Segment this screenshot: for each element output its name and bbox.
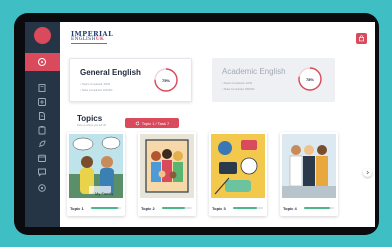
continue-topic-button[interactable]: Topic 1 / Task 7	[125, 118, 179, 128]
brand-underline	[71, 43, 107, 44]
progress-percent: 75%	[161, 77, 170, 83]
course-title: General English	[80, 68, 141, 77]
topics-heading: Topics	[77, 114, 103, 123]
document-icon[interactable]	[37, 111, 47, 121]
sidebar	[25, 22, 60, 227]
topic-progress-fill	[162, 207, 185, 209]
message-icon[interactable]	[37, 167, 47, 177]
topic-progress-fill	[91, 207, 118, 209]
topic-progress-bar	[91, 207, 121, 209]
topic-progress-bar	[304, 207, 334, 209]
tasks-completed: • Tasks Completed: 180/300	[222, 88, 255, 91]
brand-line-2: ENGLISHUK	[71, 36, 105, 42]
topics-completed: • Topics Completed: 25/33	[80, 83, 111, 86]
topic-illustration	[282, 134, 336, 198]
clipboard-icon[interactable]	[37, 125, 47, 135]
course-card-general[interactable]: General English • Topics Completed: 25/3…	[69, 58, 192, 102]
calendar-icon[interactable]	[37, 153, 47, 163]
topic-progress-fill	[304, 207, 330, 209]
topic-card[interactable]: Topic 2	[138, 132, 196, 216]
settings-icon[interactable]	[37, 183, 47, 193]
topic-label: Topic 2	[141, 206, 155, 211]
topic-label: Topic 3	[212, 206, 226, 211]
rocket-icon[interactable]	[37, 139, 47, 149]
topic-illustration	[69, 134, 123, 198]
continue-topic-label: Topic 1 / Task 7	[141, 120, 170, 126]
topic-card[interactable]: My Family Topic 1	[67, 132, 125, 216]
topics-completed: • Topics Completed: 22/33	[222, 82, 253, 85]
carousel-next-button[interactable]	[363, 168, 372, 177]
topic-card[interactable]: Topic 3	[209, 132, 267, 216]
user-avatar[interactable]	[34, 27, 51, 44]
topic-label: Topic 4	[283, 206, 297, 211]
bag-icon	[359, 35, 364, 42]
topic-illustration	[140, 134, 194, 198]
svg-text:My Family: My Family	[95, 191, 113, 196]
topic-card[interactable]: Topic 4	[280, 132, 338, 216]
course-title: Academic English	[222, 67, 286, 76]
progress-percent: 78%	[305, 76, 314, 82]
course-card-academic[interactable]: Academic English • Topics Completed: 22/…	[212, 58, 335, 102]
plus-square-icon[interactable]	[37, 97, 47, 107]
cart-button[interactable]	[356, 33, 367, 44]
topic-caption: My Family	[95, 191, 113, 196]
topic-label: Topic 1	[70, 206, 84, 211]
brand-logo[interactable]: IMPERIAL ENGLISHUK	[71, 31, 113, 44]
topic-illustration	[211, 134, 265, 198]
topic-progress-bar	[233, 207, 263, 209]
topics-subtitle: Pick up where you left off	[77, 124, 106, 127]
tasks-completed: • Tasks Completed: 204/300	[80, 89, 113, 92]
sidebar-item-dashboard[interactable]	[25, 53, 60, 71]
book-icon[interactable]	[37, 83, 47, 93]
chevron-right-icon	[366, 170, 369, 175]
dashboard-icon	[37, 57, 47, 67]
refresh-icon	[135, 120, 140, 125]
topic-progress-bar	[162, 207, 192, 209]
topic-progress-fill	[233, 207, 257, 209]
app-screen: IMPERIAL ENGLISHUK General English • Top…	[25, 22, 375, 227]
